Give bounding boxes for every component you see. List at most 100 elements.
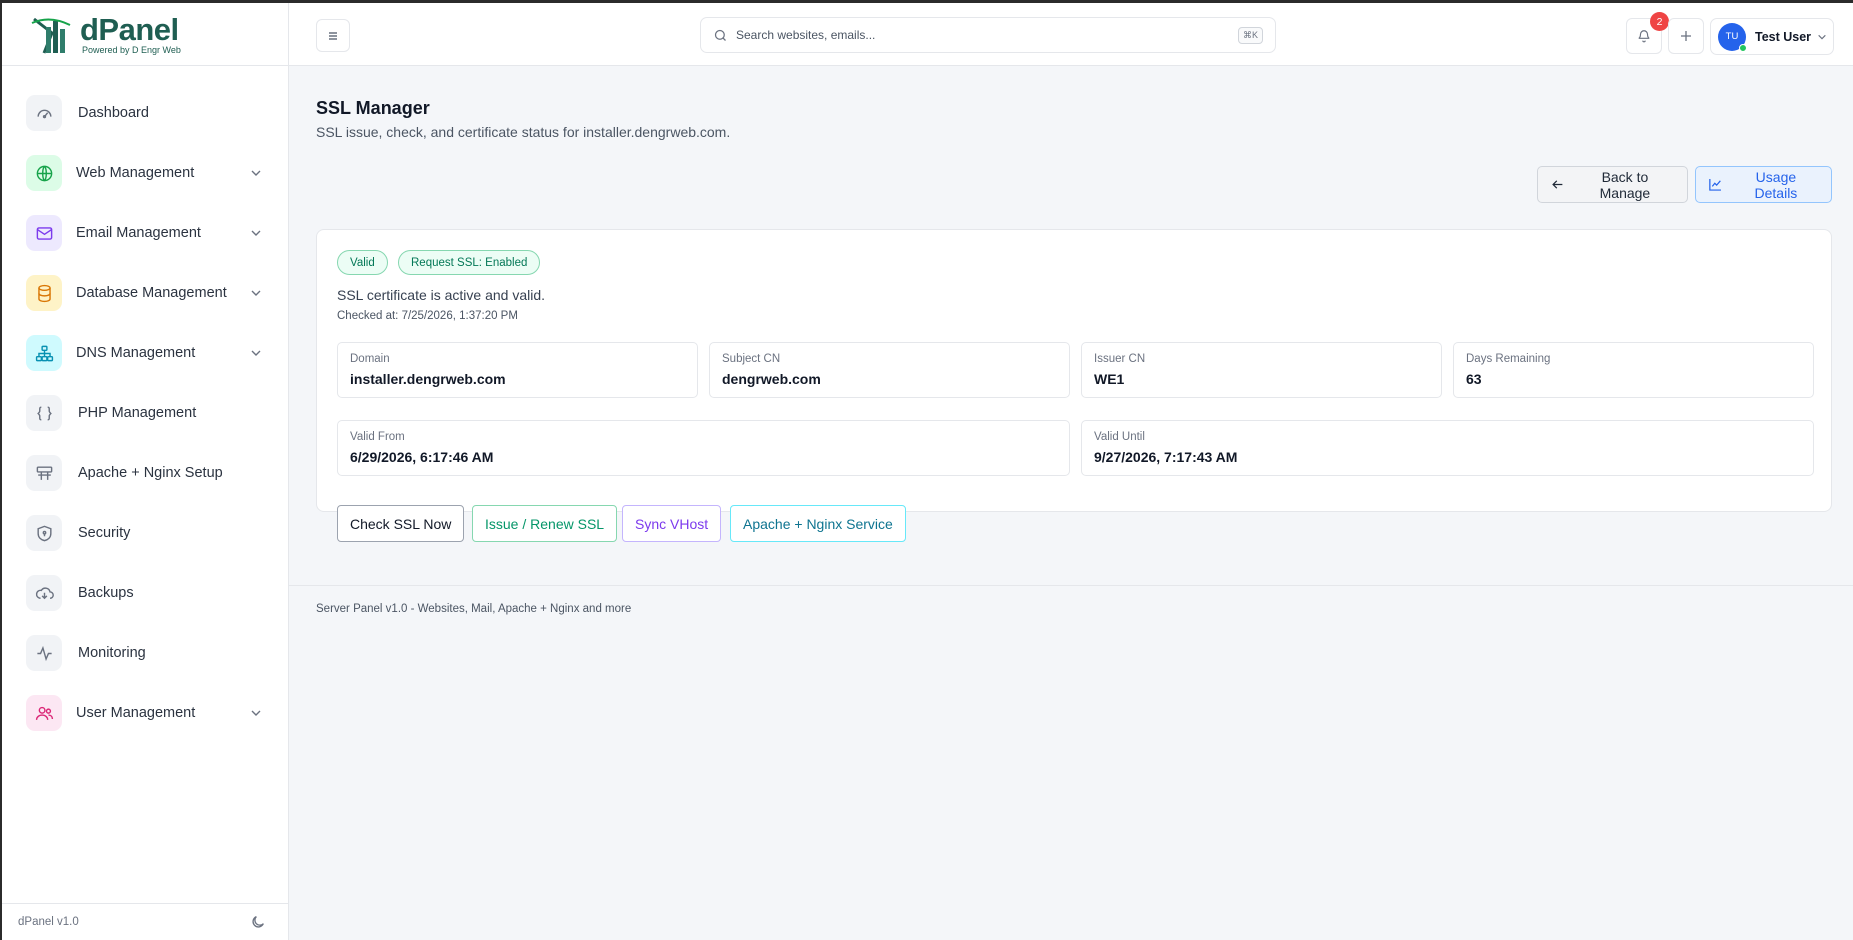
search-input[interactable] <box>736 28 1238 42</box>
sidebar-item-database-management[interactable]: Database Management <box>2 263 288 323</box>
database-icon <box>26 275 62 311</box>
menu-icon <box>329 31 337 40</box>
sidebar-item-dns-management[interactable]: DNS Management <box>2 323 288 383</box>
chevron-down-icon[interactable] <box>250 227 262 239</box>
sidebar-item-label: Monitoring <box>78 645 146 661</box>
sidebar-item-security[interactable]: Security <box>2 503 288 563</box>
add-button[interactable] <box>1668 18 1704 54</box>
plus-icon <box>1681 31 1691 41</box>
page-subtitle: SSL issue, check, and certificate status… <box>316 124 731 140</box>
sidebar-item-label: Web Management <box>76 165 195 181</box>
braces-icon <box>26 395 62 431</box>
page-title: SSL Manager <box>316 98 430 118</box>
arrow-left-icon <box>1552 180 1563 189</box>
field-value: WE1 <box>1094 371 1125 387</box>
brand-name: dPanel <box>80 11 179 47</box>
cloud-download-icon <box>26 575 62 611</box>
field-label: Valid From <box>350 431 405 443</box>
chevron-down-icon[interactable] <box>250 707 262 719</box>
field-value: 6/29/2026, 6:17:46 AM <box>350 449 494 465</box>
search-bar[interactable]: ⌘K <box>700 17 1276 53</box>
mail-icon <box>26 215 62 251</box>
chevron-down-icon <box>1818 34 1826 39</box>
field-label: Issuer CN <box>1094 353 1146 365</box>
server-icon <box>26 455 62 491</box>
users-icon <box>26 695 62 731</box>
sync-vhost-button[interactable]: Sync VHost <box>622 505 722 542</box>
sidebar: dPanel Powered by D Engr Web Dashboard W… <box>2 3 289 940</box>
sidebar-item-label: Apache + Nginx Setup <box>78 465 223 481</box>
status-badge: Valid <box>337 250 388 275</box>
online-status-dot <box>1739 43 1747 52</box>
sidebar-item-label: Backups <box>78 585 134 601</box>
bell-icon <box>1638 30 1650 43</box>
subject-cn-field: Subject CN dengrweb.com <box>709 342 1070 398</box>
sidebar-item-label: Dashboard <box>78 105 149 121</box>
check-ssl-button[interactable]: Check SSL Now <box>337 505 465 542</box>
sidebar-item-email-management[interactable]: Email Management <box>2 203 288 263</box>
user-name: Test User <box>1755 29 1812 44</box>
field-label: Days Remaining <box>1466 353 1551 365</box>
chevron-down-icon[interactable] <box>250 287 262 299</box>
footer-text: Server Panel v1.0 - Websites, Mail, Apac… <box>316 603 632 615</box>
sidebar-item-monitoring[interactable]: Monitoring <box>2 623 288 683</box>
sidebar-nav: Dashboard Web Management Email Managemen… <box>2 66 288 743</box>
field-value: dengrweb.com <box>722 371 821 387</box>
usage-details-button[interactable]: Usage Details <box>1695 166 1832 203</box>
chevron-down-icon[interactable] <box>250 347 262 359</box>
network-icon <box>26 335 62 371</box>
line-chart-icon <box>1709 178 1721 191</box>
sidebar-item-user-management[interactable]: User Management <box>2 683 288 743</box>
footer-divider <box>289 585 1853 586</box>
checked-at: Checked at: 7/25/2026, 1:37:20 PM <box>337 310 518 322</box>
ssl-status-card: Valid Request SSL: Enabled SSL certifica… <box>316 229 1832 542</box>
sidebar-item-apache-nginx-setup[interactable]: Apache + Nginx Setup <box>2 443 288 503</box>
field-value: 9/27/2026, 7:17:43 AM <box>1094 449 1238 465</box>
user-menu[interactable]: TU Test User <box>1710 18 1834 55</box>
field-value: 63 <box>1466 371 1482 387</box>
sidebar-item-label: Database Management <box>76 285 227 301</box>
notifications-button[interactable]: 2 <box>1626 12 1669 54</box>
activity-icon <box>26 635 62 671</box>
avatar-initials: TU <box>1725 31 1739 42</box>
app-version: dPanel v1.0 <box>18 916 79 928</box>
issuer-cn-field: Issuer CN WE1 <box>1081 342 1442 398</box>
main-content: SSL Manager SSL issue, check, and certif… <box>289 66 1853 940</box>
sidebar-item-label: PHP Management <box>78 405 197 421</box>
request-ssl-badge: Request SSL: Enabled <box>398 250 541 275</box>
field-value: installer.dengrweb.com <box>350 371 506 387</box>
globe-icon <box>26 155 62 191</box>
shortcut-hint: ⌘K <box>1237 26 1263 44</box>
back-to-manage-button[interactable]: Back to Manage <box>1537 166 1688 203</box>
sidebar-item-label: Security <box>78 525 131 541</box>
sidebar-item-label: DNS Management <box>76 345 196 361</box>
sidebar-item-php-management[interactable]: PHP Management <box>2 383 288 443</box>
search-icon <box>714 29 726 41</box>
moon-icon[interactable] <box>250 914 266 930</box>
valid-from-field: Valid From 6/29/2026, 6:17:46 AM <box>337 420 1070 476</box>
avatar: TU <box>1718 22 1747 52</box>
sidebar-footer: dPanel v1.0 <box>2 903 288 940</box>
brand-tagline: Powered by D Engr Web <box>82 44 181 55</box>
back-button-label: Back to Manage <box>1599 168 1651 201</box>
logo-icon <box>31 17 71 54</box>
chevron-down-icon[interactable] <box>250 167 262 179</box>
top-header: ⌘K 2 TU Test User <box>289 3 1853 66</box>
sidebar-item-dashboard[interactable]: Dashboard <box>2 83 288 143</box>
field-label: Valid Until <box>1094 431 1145 443</box>
field-label: Domain <box>350 353 390 365</box>
apache-nginx-service-button[interactable]: Apache + Nginx Service <box>730 505 906 542</box>
issue-renew-ssl-button[interactable]: Issue / Renew SSL <box>472 505 618 542</box>
gauge-icon <box>26 95 62 131</box>
usage-button-label: Usage Details <box>1754 168 1798 201</box>
notification-badge: 2 <box>1650 12 1669 31</box>
menu-toggle-button[interactable] <box>316 19 350 52</box>
logo[interactable]: dPanel Powered by D Engr Web <box>2 3 288 66</box>
sidebar-item-web-management[interactable]: Web Management <box>2 143 288 203</box>
field-label: Subject CN <box>722 353 781 365</box>
sidebar-item-backups[interactable]: Backups <box>2 563 288 623</box>
shield-icon <box>26 515 62 551</box>
domain-field: Domain installer.dengrweb.com <box>337 342 698 398</box>
days-remaining-field: Days Remaining 63 <box>1453 342 1814 398</box>
sidebar-item-label: User Management <box>76 705 196 721</box>
